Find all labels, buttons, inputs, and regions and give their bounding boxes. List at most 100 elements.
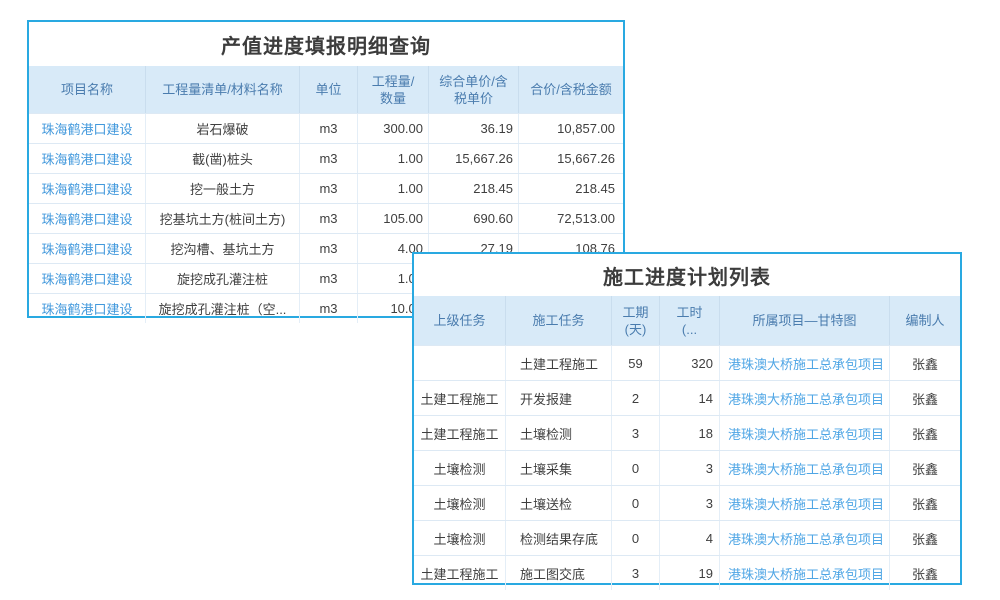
- compiler-cell: 张鑫: [890, 486, 960, 520]
- column-header-work-hours: 工时(...: [660, 296, 720, 345]
- parent-task-cell: 土建工程施工: [414, 381, 506, 415]
- project-name-cell: 珠海鹤港口建设: [29, 264, 146, 293]
- project-gantt-link[interactable]: 港珠澳大桥施工总承包项目: [728, 354, 884, 373]
- project-name-link[interactable]: 珠海鹤港口建设: [41, 119, 132, 138]
- column-header-unit: 单位: [300, 66, 358, 113]
- total-amount-cell: 15,667.26: [519, 144, 623, 173]
- work-hours-cell: 4: [660, 521, 720, 555]
- column-header-duration-days: 工期(天): [612, 296, 660, 345]
- quantity-cell: 1.00: [358, 144, 429, 173]
- duration-days-cell: 3: [612, 556, 660, 590]
- parent-task-cell: [414, 346, 506, 380]
- unit-price-cell: 15,667.26: [429, 144, 519, 173]
- unit-cell: m3: [300, 294, 358, 323]
- table-row: 珠海鹤港口建设 截(凿)桩头 m3 1.00 15,667.26 15,667.…: [29, 143, 623, 173]
- project-gantt-link[interactable]: 港珠澳大桥施工总承包项目: [728, 389, 884, 408]
- material-name-cell: 挖沟槽、基坑土方: [146, 234, 300, 263]
- unit-cell: m3: [300, 114, 358, 143]
- unit-price-cell: 690.60: [429, 204, 519, 233]
- project-name-cell: 珠海鹤港口建设: [29, 294, 146, 323]
- project-name-cell: 珠海鹤港口建设: [29, 204, 146, 233]
- column-header-total-amount: 合价/含税金额: [519, 66, 623, 113]
- material-name-cell: 挖一般土方: [146, 174, 300, 203]
- quantity-cell: 1.00: [358, 174, 429, 203]
- compiler-cell: 张鑫: [890, 521, 960, 555]
- project-gantt-link[interactable]: 港珠澳大桥施工总承包项目: [728, 494, 884, 513]
- material-name-cell: 挖基坑土方(桩间土方): [146, 204, 300, 233]
- duration-days-cell: 0: [612, 486, 660, 520]
- table-row: 土建工程施工 59 320 港珠澳大桥施工总承包项目 张鑫: [414, 345, 960, 380]
- table2-title: 施工进度计划列表: [414, 254, 960, 296]
- table-row: 珠海鹤港口建设 岩石爆破 m3 300.00 36.19 10,857.00: [29, 113, 623, 143]
- work-hours-cell: 14: [660, 381, 720, 415]
- material-name-cell: 旋挖成孔灌注桩: [146, 264, 300, 293]
- duration-days-cell: 2: [612, 381, 660, 415]
- construction-task-cell: 土壤送检: [506, 486, 612, 520]
- project-gantt-link[interactable]: 港珠澳大桥施工总承包项目: [728, 424, 884, 443]
- column-header-unit-price: 综合单价/含税单价: [429, 66, 519, 113]
- work-hours-cell: 19: [660, 556, 720, 590]
- construction-task-cell: 检测结果存底: [506, 521, 612, 555]
- project-name-cell: 珠海鹤港口建设: [29, 234, 146, 263]
- project-name-cell: 珠海鹤港口建设: [29, 174, 146, 203]
- total-amount-cell: 10,857.00: [519, 114, 623, 143]
- project-gantt-cell: 港珠澳大桥施工总承包项目: [720, 521, 890, 555]
- unit-cell: m3: [300, 234, 358, 263]
- project-name-cell: 珠海鹤港口建设: [29, 144, 146, 173]
- table1-title: 产值进度填报明细查询: [29, 22, 623, 66]
- work-hours-cell: 18: [660, 416, 720, 450]
- quantity-cell: 300.00: [358, 114, 429, 143]
- project-name-link[interactable]: 珠海鹤港口建设: [41, 179, 132, 198]
- project-gantt-link[interactable]: 港珠澳大桥施工总承包项目: [728, 529, 884, 548]
- duration-days-cell: 3: [612, 416, 660, 450]
- project-gantt-link[interactable]: 港珠澳大桥施工总承包项目: [728, 564, 884, 583]
- unit-cell: m3: [300, 144, 358, 173]
- project-name-link[interactable]: 珠海鹤港口建设: [41, 149, 132, 168]
- duration-days-cell: 0: [612, 451, 660, 485]
- table-row: 土壤检测 土壤采集 0 3 港珠澳大桥施工总承包项目 张鑫: [414, 450, 960, 485]
- work-hours-cell: 3: [660, 451, 720, 485]
- construction-task-cell: 施工图交底: [506, 556, 612, 590]
- parent-task-cell: 土壤检测: [414, 451, 506, 485]
- material-name-cell: 岩石爆破: [146, 114, 300, 143]
- compiler-cell: 张鑫: [890, 346, 960, 380]
- total-amount-cell: 72,513.00: [519, 204, 623, 233]
- project-name-cell: 珠海鹤港口建设: [29, 114, 146, 143]
- work-hours-cell: 3: [660, 486, 720, 520]
- total-amount-cell: 218.45: [519, 174, 623, 203]
- unit-price-cell: 36.19: [429, 114, 519, 143]
- column-header-compiler: 编制人: [890, 296, 960, 345]
- table1-header-row: 项目名称 工程量清单/材料名称 单位 工程量/数量 综合单价/含税单价 合价/含…: [29, 66, 623, 113]
- table-row: 土建工程施工 开发报建 2 14 港珠澳大桥施工总承包项目 张鑫: [414, 380, 960, 415]
- table-row: 珠海鹤港口建设 挖基坑土方(桩间土方) m3 105.00 690.60 72,…: [29, 203, 623, 233]
- project-gantt-cell: 港珠澳大桥施工总承包项目: [720, 381, 890, 415]
- project-gantt-cell: 港珠澳大桥施工总承包项目: [720, 451, 890, 485]
- material-name-cell: 截(凿)桩头: [146, 144, 300, 173]
- project-name-link[interactable]: 珠海鹤港口建设: [41, 239, 132, 258]
- project-name-link[interactable]: 珠海鹤港口建设: [41, 269, 132, 288]
- quantity-cell: 105.00: [358, 204, 429, 233]
- unit-cell: m3: [300, 174, 358, 203]
- parent-task-cell: 土建工程施工: [414, 416, 506, 450]
- work-hours-cell: 320: [660, 346, 720, 380]
- table-row: 土壤检测 土壤送检 0 3 港珠澳大桥施工总承包项目 张鑫: [414, 485, 960, 520]
- parent-task-cell: 土壤检测: [414, 486, 506, 520]
- project-gantt-cell: 港珠澳大桥施工总承包项目: [720, 416, 890, 450]
- table-row: 珠海鹤港口建设 挖一般土方 m3 1.00 218.45 218.45: [29, 173, 623, 203]
- project-name-link[interactable]: 珠海鹤港口建设: [41, 209, 132, 228]
- project-name-link[interactable]: 珠海鹤港口建设: [41, 299, 132, 318]
- project-gantt-cell: 港珠澳大桥施工总承包项目: [720, 346, 890, 380]
- unit-cell: m3: [300, 264, 358, 293]
- construction-schedule-table: 施工进度计划列表 上级任务 施工任务 工期(天) 工时(... 所属项目—甘特图…: [412, 252, 962, 585]
- parent-task-cell: 土建工程施工: [414, 556, 506, 590]
- compiler-cell: 张鑫: [890, 381, 960, 415]
- duration-days-cell: 59: [612, 346, 660, 380]
- unit-cell: m3: [300, 204, 358, 233]
- parent-task-cell: 土壤检测: [414, 521, 506, 555]
- project-gantt-link[interactable]: 港珠澳大桥施工总承包项目: [728, 459, 884, 478]
- material-name-cell: 旋挖成孔灌注桩（空...: [146, 294, 300, 323]
- table-row: 土壤检测 检测结果存底 0 4 港珠澳大桥施工总承包项目 张鑫: [414, 520, 960, 555]
- table2-header-row: 上级任务 施工任务 工期(天) 工时(... 所属项目—甘特图 编制人: [414, 296, 960, 345]
- duration-days-cell: 0: [612, 521, 660, 555]
- compiler-cell: 张鑫: [890, 416, 960, 450]
